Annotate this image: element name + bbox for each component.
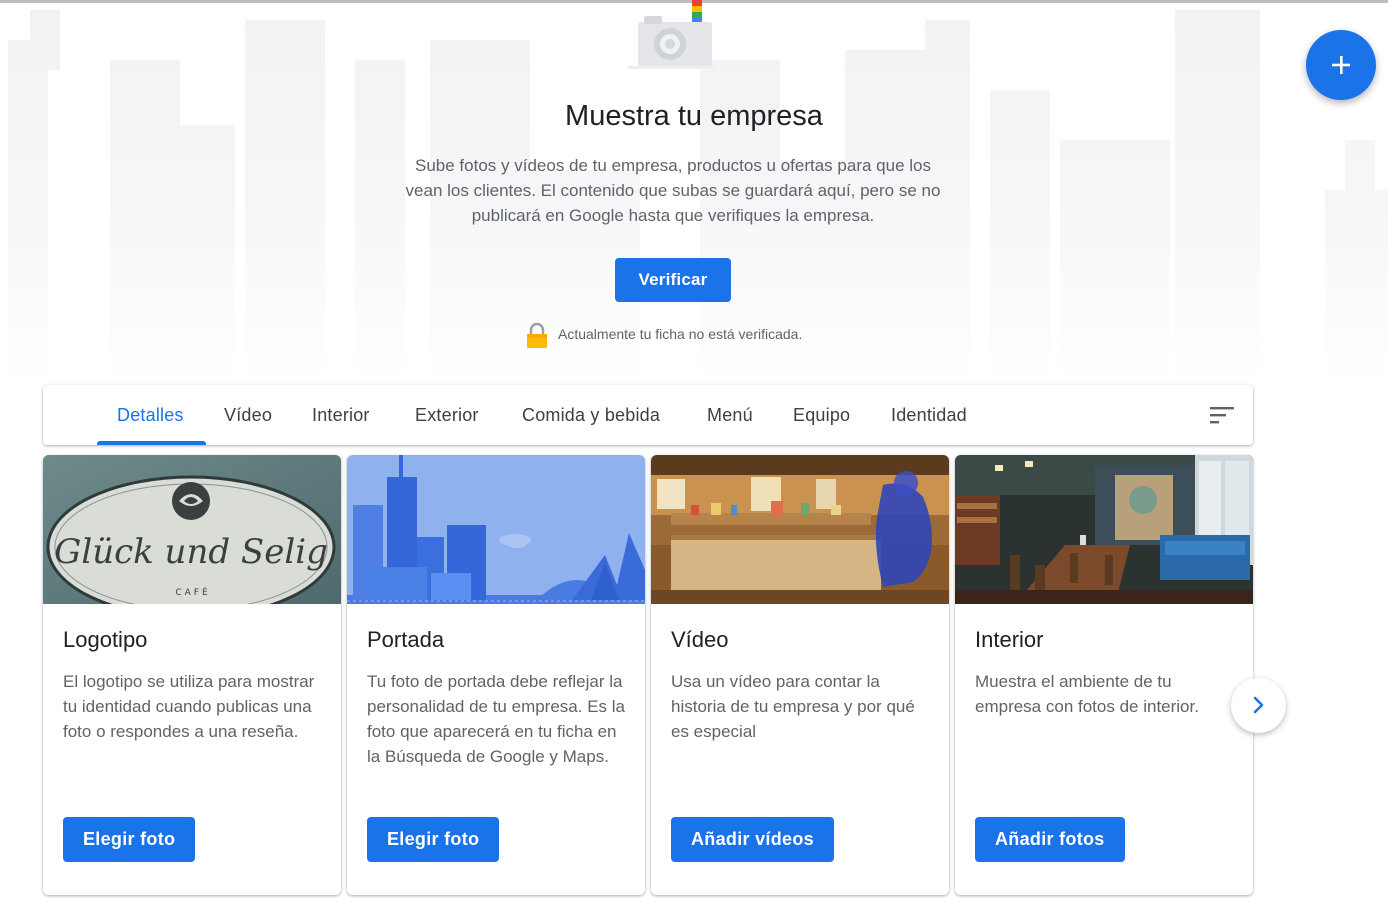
svg-text:Glück und Selig: Glück und Selig (54, 532, 328, 572)
cover-image (347, 455, 645, 604)
camera-icon (628, 0, 714, 69)
choose-logo-button[interactable]: Elegir foto (63, 817, 196, 862)
card-title: Portada (367, 627, 445, 652)
tab-identidad[interactable]: Identidad (891, 385, 967, 445)
page-title: Muestra tu empresa (565, 100, 823, 132)
verify-button[interactable]: Verificar (615, 258, 731, 302)
chevron-right-icon (1253, 696, 1264, 714)
choose-cover-button[interactable]: Elegir foto (367, 817, 500, 862)
interior-image (955, 455, 1253, 604)
logo-image: Glück und Selig CAFÉ (43, 455, 341, 604)
add-fab-button[interactable] (1306, 30, 1376, 100)
tab-detalles[interactable]: Detalles (117, 385, 184, 445)
sort-icon[interactable] (1209, 403, 1235, 427)
hero-section: Muestra tu empresa Sube fotos y vídeos d… (0, 0, 1388, 380)
card-description: El logotipo se utiliza para mostrar tu i… (63, 672, 315, 741)
card-description: Usa un vídeo para contar la historia de … (671, 672, 915, 741)
tab-equipo[interactable]: Equipo (793, 385, 850, 445)
category-tabs: Detalles Vídeo Interior Exterior Comida … (43, 385, 1253, 445)
add-photos-button[interactable]: Añadir fotos (975, 817, 1125, 862)
video-image (651, 455, 949, 604)
tab-menu[interactable]: Menú (707, 385, 753, 445)
tab-video[interactable]: Vídeo (224, 385, 272, 445)
page-description: Sube fotos y vídeos de tu empresa, produ… (405, 156, 941, 225)
card-title: Interior (975, 627, 1044, 652)
card-interior: Interior Muestra el ambiente de tu empre… (955, 455, 1253, 895)
tab-exterior[interactable]: Exterior (415, 385, 479, 445)
lock-icon (527, 322, 547, 348)
carousel-next-button[interactable] (1231, 678, 1286, 733)
tab-comida-y-bebida[interactable]: Comida y bebida (522, 385, 660, 445)
card-title: Vídeo (671, 627, 729, 652)
plus-icon (1332, 56, 1350, 74)
card-title: Logotipo (63, 627, 148, 652)
card-video: Vídeo Usa un vídeo para contar la histor… (651, 455, 949, 895)
svg-text:CAFÉ: CAFÉ (175, 586, 210, 598)
add-videos-button[interactable]: Añadir vídeos (671, 817, 834, 862)
verification-status: Actualmente tu ficha no está verificada. (558, 326, 803, 342)
card-description: Tu foto de portada debe reflejar la pers… (367, 672, 625, 766)
card-description: Muestra el ambiente de tu empresa con fo… (975, 672, 1199, 716)
card-logotipo: Glück und Selig CAFÉ Logotipo El logotip… (43, 455, 341, 895)
active-tab-indicator (97, 441, 206, 445)
tab-interior[interactable]: Interior (312, 385, 370, 445)
card-portada: Portada Tu foto de portada debe reflejar… (347, 455, 645, 895)
